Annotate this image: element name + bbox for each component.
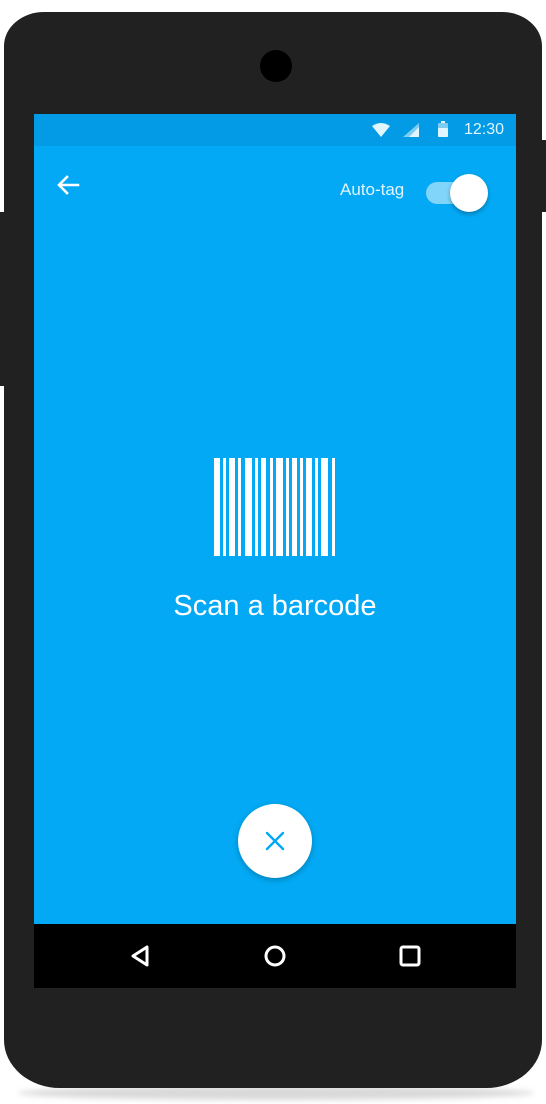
- back-triangle-icon: [131, 945, 149, 967]
- battery-icon: [438, 121, 448, 142]
- cellular-signal-icon: [403, 123, 419, 142]
- device-shadow: [18, 1086, 534, 1100]
- nav-recents-button[interactable]: [394, 940, 426, 972]
- home-circle-icon: [264, 945, 286, 967]
- close-icon: [265, 831, 285, 851]
- auto-tag-label: Auto-tag: [340, 180, 405, 199]
- toggle-thumb: [450, 174, 488, 212]
- close-button[interactable]: [238, 804, 312, 878]
- screen: 12:30 Auto-tag Scan a barcode: [34, 114, 516, 924]
- navigation-bar: [34, 924, 516, 988]
- wifi-icon: [372, 123, 390, 142]
- volume-button: [0, 212, 4, 386]
- power-button: [542, 140, 546, 212]
- arrow-back-icon: [48, 175, 88, 210]
- auto-tag-toggle[interactable]: [424, 174, 492, 212]
- scan-prompt: Scan a barcode: [173, 590, 377, 622]
- front-camera: [260, 50, 292, 82]
- nav-back-button[interactable]: [125, 940, 157, 972]
- status-bar: 12:30: [34, 114, 516, 146]
- recents-square-icon: [399, 945, 421, 967]
- back-button[interactable]: [48, 166, 88, 206]
- status-time: 12:30: [463, 121, 504, 138]
- app-bar: Auto-tag: [34, 146, 516, 226]
- nav-home-button[interactable]: [259, 940, 291, 972]
- barcode-icon: [214, 458, 338, 556]
